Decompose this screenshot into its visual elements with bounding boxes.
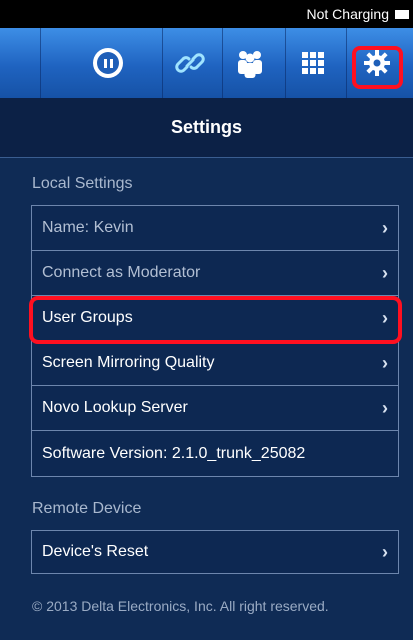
page-title: Settings <box>0 98 413 158</box>
link-icon <box>175 53 205 73</box>
chevron-right-icon: › <box>382 541 388 562</box>
setting-row-novo-lookup-server[interactable]: Novo Lookup Server › <box>32 386 398 431</box>
users-button[interactable] <box>222 28 278 98</box>
setting-row-name[interactable]: Name: Kevin › <box>32 206 398 251</box>
pause-button[interactable] <box>80 28 136 98</box>
battery-icon <box>395 9 409 19</box>
setting-row-label: Screen Mirroring Quality <box>42 354 215 371</box>
toolbar-divider <box>346 28 347 98</box>
setting-row-label: Connect as Moderator <box>42 264 201 281</box>
setting-row-label: Device's Reset <box>42 543 149 560</box>
toolbar-divider <box>40 28 41 98</box>
user-groups-highlight <box>29 296 402 344</box>
settings-button-highlight <box>352 46 403 89</box>
grid-button[interactable] <box>285 28 341 98</box>
chevron-right-icon: › <box>382 397 388 418</box>
charging-status: Not Charging <box>306 6 390 22</box>
setting-row-screen-mirroring-quality[interactable]: Screen Mirroring Quality › <box>32 341 398 386</box>
setting-row-label: Name: Kevin <box>42 219 134 236</box>
setting-row-label: Novo Lookup Server <box>42 399 188 416</box>
chevron-right-icon: › <box>382 217 388 238</box>
software-version-label: Software Version: 2.1.0_trunk_25082 <box>42 444 306 462</box>
remote-device-header: Remote Device <box>32 500 142 517</box>
setting-row-device-reset[interactable]: Device's Reset › <box>31 530 399 574</box>
chevron-right-icon: › <box>382 352 388 373</box>
grid-icon <box>302 52 324 74</box>
link-button[interactable] <box>162 28 218 98</box>
setting-row-software-version: Software Version: 2.1.0_trunk_25082 <box>32 431 398 476</box>
copyright-footer: © 2013 Delta Electronics, Inc. All right… <box>32 598 329 614</box>
status-bar: Not Charging <box>0 0 413 28</box>
users-icon <box>238 51 262 78</box>
pause-icon <box>93 48 123 78</box>
local-settings-header: Local Settings <box>32 175 133 192</box>
chevron-right-icon: › <box>382 262 388 283</box>
setting-row-connect-moderator[interactable]: Connect as Moderator › <box>32 251 398 296</box>
